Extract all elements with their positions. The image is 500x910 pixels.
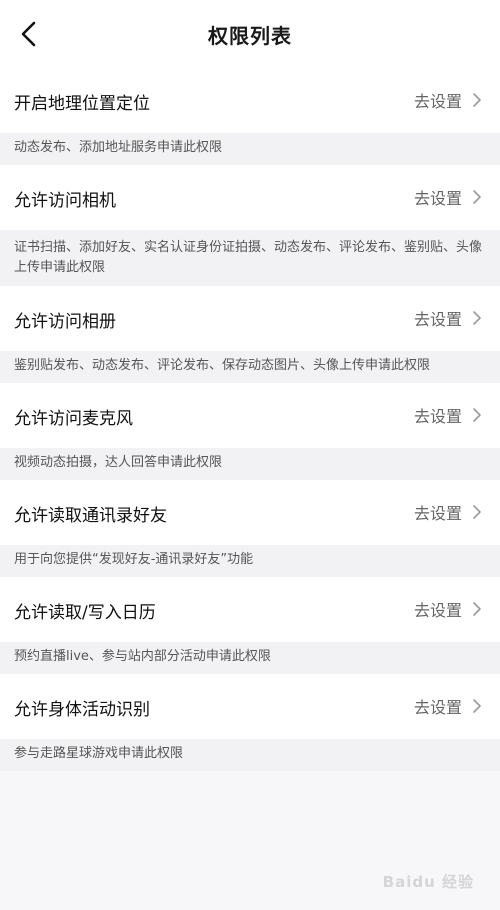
permission-description: 用于向您提供“发现好友-通讯录好友”功能 [0,545,500,577]
chevron-right-icon [473,699,481,713]
go-settings-link[interactable]: 去设置 [414,306,462,330]
permission-description: 预约直播live、参与站内部分活动申请此权限 [0,642,500,674]
go-settings-link[interactable]: 去设置 [414,88,462,112]
permission-row-activity[interactable]: 允许身体活动识别 去设置 [0,674,500,739]
permission-row-camera[interactable]: 允许访问相机 去设置 [0,165,500,230]
permission-label: 允许访问相机 [14,191,116,211]
permission-action[interactable]: 去设置 [414,403,482,427]
permission-label: 开启地理位置定位 [14,94,150,114]
go-settings-link[interactable]: 去设置 [414,403,462,427]
permission-row-calendar[interactable]: 允许读取/写入日历 去设置 [0,577,500,642]
chevron-right-icon [473,190,481,204]
permission-label: 允许访问相册 [14,312,116,332]
watermark: Baidu 经验 [382,873,474,891]
top-bar: 权限列表 [0,0,500,68]
permission-description: 动态发布、添加地址服务申请此权限 [0,133,500,165]
go-settings-link[interactable]: 去设置 [414,597,462,621]
permission-action[interactable]: 去设置 [414,88,482,112]
permission-action[interactable]: 去设置 [414,694,482,718]
chevron-right-icon [473,311,481,325]
chevron-right-icon [473,602,481,616]
permission-description: 视频动态拍摄，达人回答申请此权限 [0,448,500,480]
go-settings-link[interactable]: 去设置 [414,500,462,524]
permission-row-microphone[interactable]: 允许访问麦克风 去设置 [0,383,500,448]
chevron-right-icon [473,93,481,107]
permission-label: 允许访问麦克风 [14,409,133,429]
permission-label: 允许身体活动识别 [14,700,150,720]
permission-label: 允许读取/写入日历 [14,603,156,623]
page-title: 权限列表 [208,24,292,48]
permission-description: 参与走路星球游戏申请此权限 [0,739,500,771]
permission-action[interactable]: 去设置 [414,597,482,621]
go-settings-link[interactable]: 去设置 [414,185,462,209]
permission-action[interactable]: 去设置 [414,500,482,524]
permission-action[interactable]: 去设置 [414,185,482,209]
permission-action[interactable]: 去设置 [414,306,482,330]
go-settings-link[interactable]: 去设置 [414,694,462,718]
chevron-right-icon [473,505,481,519]
permission-row-location[interactable]: 开启地理位置定位 去设置 [0,68,500,133]
chevron-right-icon [473,408,481,422]
permission-description: 证书扫描、添加好友、实名认证身份证拍摄、动态发布、评论发布、鉴别贴、头像上传申请… [0,230,500,286]
permission-list: 开启地理位置定位 去设置 动态发布、添加地址服务申请此权限 允许访问相机 去设置… [0,68,500,771]
permission-row-album[interactable]: 允许访问相册 去设置 [0,286,500,351]
permission-row-contacts[interactable]: 允许读取通讯录好友 去设置 [0,480,500,545]
permission-description: 鉴别贴发布、动态发布、评论发布、保存动态图片、头像上传申请此权限 [0,351,500,383]
permission-label: 允许读取通讯录好友 [14,506,167,526]
